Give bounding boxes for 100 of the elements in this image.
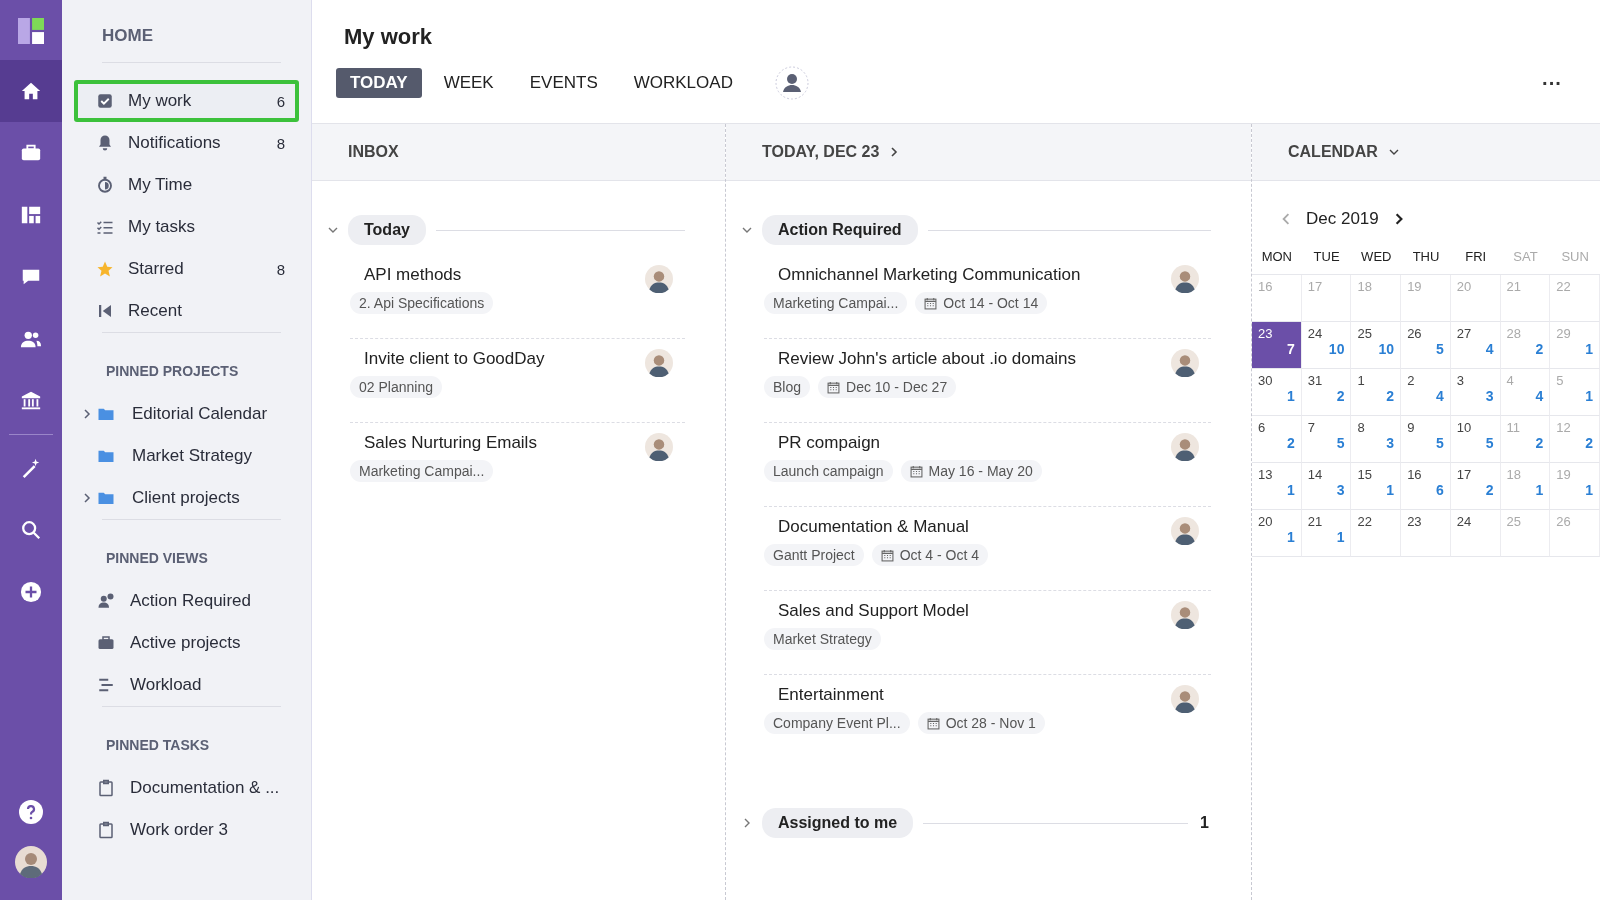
weekday-label: FRI — [1450, 243, 1501, 275]
calendar-day[interactable]: 8 3 — [1351, 416, 1402, 463]
view-tab[interactable]: EVENTS — [515, 68, 612, 98]
day-number: 12 — [1556, 420, 1572, 435]
task-title[interactable]: API methods — [350, 265, 635, 285]
calendar-day[interactable]: 24 10 — [1301, 322, 1352, 369]
sidebar-item[interactable]: Documentation & ... — [74, 767, 299, 809]
group-label[interactable]: Assigned to me — [762, 808, 914, 838]
calendar-day[interactable]: 21 1 — [1301, 510, 1352, 557]
group-label[interactable]: Today — [348, 215, 426, 245]
calendar-day[interactable]: 9 5 — [1401, 416, 1451, 463]
sidebar-item[interactable]: My work 6 — [74, 80, 299, 122]
calendar-day[interactable]: 25 10 — [1351, 322, 1402, 369]
day-number: 20 — [1258, 514, 1274, 529]
calendar-day[interactable]: 12 2 — [1550, 416, 1600, 463]
chevron-right-icon[interactable] — [889, 146, 900, 158]
day-number: 3 — [1456, 373, 1466, 388]
calendar-day[interactable]: 7 5 — [1301, 416, 1352, 463]
sidebar-item[interactable]: Action Required — [74, 580, 299, 622]
calendar-day[interactable]: 29 1 — [1550, 322, 1600, 369]
sidebar-item[interactable]: Market Strategy — [74, 435, 299, 477]
day-number: 25 — [1357, 326, 1373, 341]
task-title[interactable]: Documentation & Manual — [764, 517, 1161, 537]
calendar-day[interactable]: 5 1 — [1550, 369, 1600, 416]
calendar-day[interactable]: 24 — [1450, 510, 1501, 557]
assignee-avatar — [645, 433, 673, 461]
calendar-day[interactable]: 10 5 — [1450, 416, 1501, 463]
task-count: 10 — [1328, 341, 1345, 357]
chevron-down-icon[interactable] — [1387, 147, 1400, 157]
calendar-day[interactable]: 28 2 — [1500, 322, 1551, 369]
task-title[interactable]: PR compaign — [764, 433, 1161, 453]
calendar-day[interactable]: 4 4 — [1500, 369, 1551, 416]
view-tab[interactable]: WEEK — [429, 68, 508, 98]
project-tag: Gantt Project — [764, 544, 864, 566]
day-number: 26 — [1407, 326, 1423, 341]
sidebar-item[interactable]: My Time — [74, 164, 299, 206]
chevron-down-icon[interactable] — [328, 225, 338, 235]
task-count: 2 — [1585, 435, 1593, 451]
sidebar-item[interactable]: Active projects — [74, 622, 299, 664]
day-number: 21 — [1506, 279, 1523, 294]
group-label[interactable]: Action Required — [762, 215, 918, 245]
column-title[interactable]: CALENDAR — [1288, 143, 1378, 161]
calendar-day[interactable]: 1 2 — [1351, 369, 1402, 416]
view-tab[interactable]: TODAY — [336, 68, 422, 98]
sidebar-item[interactable]: My tasks — [74, 206, 299, 248]
calendar-day[interactable]: 16 6 — [1401, 463, 1451, 510]
view-tab[interactable]: WORKLOAD — [619, 68, 747, 98]
day-number: 25 — [1506, 514, 1523, 529]
column-title: INBOX — [348, 143, 399, 161]
user-avatar[interactable] — [15, 846, 47, 878]
task-count: 5 — [1436, 341, 1444, 357]
task-count: 1 — [1286, 529, 1295, 545]
sidebar-item[interactable]: Starred 8 — [74, 248, 299, 290]
task-title[interactable]: Sales Nurturing Emails — [350, 433, 635, 453]
calendar-day[interactable]: 19 1 — [1550, 463, 1600, 510]
calendar-day[interactable]: 18 1 — [1500, 463, 1551, 510]
day-number: 23 — [1407, 514, 1423, 529]
task-count: 3 — [1485, 388, 1494, 404]
section-heading: PINNED PROJECTS — [105, 362, 240, 381]
day-number: 19 — [1407, 279, 1423, 294]
calendar-day[interactable]: 17 2 — [1450, 463, 1501, 510]
user-filter-icon[interactable] — [774, 66, 809, 100]
calendar-day[interactable]: 20 1 — [1252, 510, 1302, 557]
help-icon[interactable] — [19, 800, 43, 824]
task-title[interactable]: Invite client to GoodDay — [350, 349, 635, 369]
calendar-day[interactable]: 13 1 — [1252, 463, 1302, 510]
task-count: 2 — [1336, 388, 1345, 404]
chevron-down-icon[interactable] — [742, 225, 752, 235]
sidebar-item[interactable]: Editorial Calendar — [74, 393, 299, 435]
task-title[interactable]: Omnichannel Marketing Communication — [764, 265, 1161, 285]
calendar-day[interactable]: 23 7 — [1252, 322, 1302, 369]
task-title[interactable]: Review John's article about .io domains — [764, 349, 1161, 369]
sidebar-item[interactable]: Workload — [74, 664, 299, 706]
sidebar-item[interactable]: Recent — [74, 290, 299, 332]
calendar-icon — [880, 548, 894, 562]
task-title[interactable]: Entertainment — [764, 685, 1161, 705]
calendar-day[interactable]: 3 3 — [1450, 369, 1501, 416]
more-button[interactable]: ··· — [1536, 70, 1568, 96]
calendar-day[interactable]: 22 — [1351, 510, 1402, 557]
calendar-day[interactable]: 26 5 — [1401, 322, 1451, 369]
calendar-day[interactable]: 14 3 — [1301, 463, 1352, 510]
day-number: 15 — [1357, 467, 1373, 482]
sidebar-item[interactable]: Notifications 8 — [74, 122, 299, 164]
calendar-day[interactable]: 30 1 — [1252, 369, 1302, 416]
calendar-day[interactable]: 23 — [1401, 510, 1451, 557]
column-title: TODAY, DEC 23 — [762, 143, 880, 161]
sidebar-item[interactable]: Work order 3 — [74, 809, 299, 851]
calendar-day[interactable]: 11 2 — [1500, 416, 1551, 463]
task-title[interactable]: Sales and Support Model — [764, 601, 1161, 621]
calendar-day[interactable]: 2 4 — [1401, 369, 1451, 416]
calendar-day[interactable]: 27 4 — [1450, 322, 1501, 369]
check-icon — [96, 92, 114, 110]
assignee-avatar — [1171, 433, 1199, 461]
calendar-day[interactable]: 15 1 — [1351, 463, 1402, 510]
day-number: 19 — [1556, 467, 1572, 482]
home-icon[interactable] — [0, 60, 62, 122]
day-number: 23 — [1258, 326, 1274, 341]
calendar-day[interactable]: 31 2 — [1301, 369, 1352, 416]
sidebar-item[interactable]: Client projects — [74, 477, 299, 519]
calendar-day[interactable]: 6 2 — [1252, 416, 1302, 463]
